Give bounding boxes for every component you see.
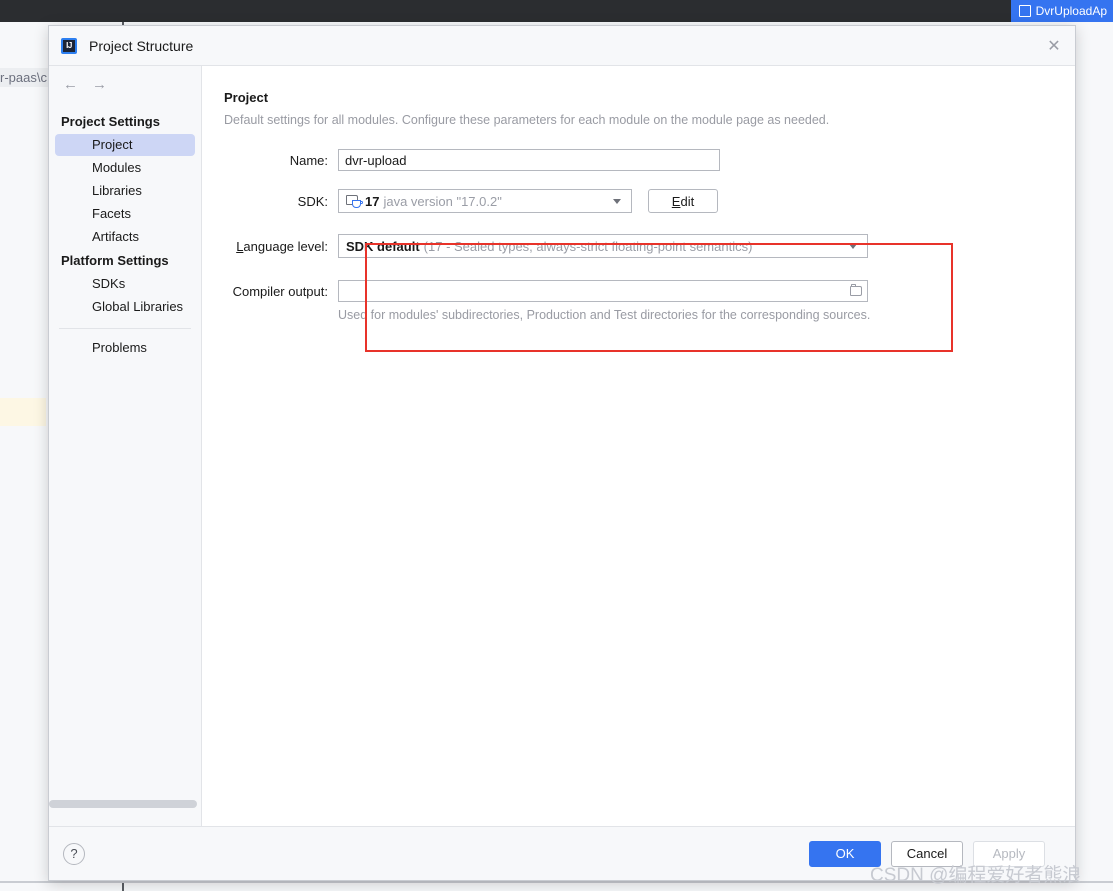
- sidebar-group-platform-settings: Platform Settings: [61, 253, 169, 268]
- sidebar-item-sdks[interactable]: SDKs: [55, 273, 195, 295]
- background-highlighted-line: [0, 398, 46, 426]
- compiler-output-hint: Used for modules' subdirectories, Produc…: [338, 308, 871, 322]
- checkbox-icon: [1018, 5, 1031, 17]
- navigation-row: ← →: [49, 66, 201, 102]
- sdk-row: SDK: 17 java version "17.0.2" Edit: [224, 189, 1075, 213]
- sidebar-item-artifacts[interactable]: Artifacts: [55, 226, 195, 248]
- edit-button-rest: dit: [680, 193, 695, 209]
- background-path-text: r-paas\c: [0, 68, 50, 87]
- name-label: Name:: [289, 152, 328, 168]
- language-level-dropdown[interactable]: SDK default (17 - Sealed types, always-s…: [338, 234, 868, 258]
- forward-arrow-icon[interactable]: →: [92, 76, 107, 93]
- intellij-logo-icon: IJ: [61, 37, 77, 54]
- language-level-label-rest: anguage level:: [243, 238, 328, 254]
- sdk-version: 17: [365, 193, 380, 209]
- sdk-label: SDK:: [297, 193, 328, 209]
- back-arrow-icon[interactable]: ←: [63, 76, 78, 93]
- sidebar-horizontal-scrollbar[interactable]: [49, 800, 197, 808]
- page-title: Project: [224, 90, 269, 105]
- chevron-down-icon: [849, 243, 857, 249]
- background-run-tab[interactable]: DvrUploadAp: [1010, 0, 1113, 22]
- apply-button: Apply: [973, 840, 1045, 867]
- compiler-output-row: Compiler output:: [224, 280, 1075, 302]
- dialog-title: Project Structure: [89, 37, 194, 54]
- name-input[interactable]: dvr-upload: [338, 149, 720, 171]
- project-structure-dialog: IJ Project Structure ✕ ← → Project Setti…: [48, 25, 1076, 881]
- name-row: Name: dvr-upload: [224, 149, 1075, 171]
- sdk-detail: java version "17.0.2": [383, 193, 502, 209]
- sidebar: ← → Project Settings Project Modules Lib…: [49, 66, 202, 826]
- ok-button[interactable]: OK: [809, 840, 881, 867]
- dialog-body: ← → Project Settings Project Modules Lib…: [49, 66, 1075, 826]
- sidebar-item-facets[interactable]: Facets: [55, 203, 195, 225]
- page-description: Default settings for all modules. Config…: [224, 113, 830, 127]
- name-input-value: dvr-upload: [345, 152, 407, 168]
- compiler-output-input[interactable]: [338, 280, 868, 302]
- help-button[interactable]: ?: [63, 842, 85, 865]
- language-level-value: SDK default: [346, 238, 420, 254]
- edit-sdk-button[interactable]: Edit: [648, 189, 718, 213]
- sidebar-divider: [59, 328, 191, 329]
- chevron-down-icon: [613, 198, 621, 204]
- footer-buttons: OK Cancel Apply: [809, 840, 1045, 867]
- language-level-detail: (17 - Sealed types, always-strict floati…: [423, 238, 753, 254]
- sidebar-item-problems[interactable]: Problems: [55, 337, 195, 359]
- sidebar-tree: Project Settings Project Modules Librari…: [49, 102, 201, 826]
- sidebar-item-libraries[interactable]: Libraries: [55, 180, 195, 202]
- dialog-titlebar: IJ Project Structure ✕: [49, 26, 1075, 66]
- close-icon[interactable]: ✕: [1039, 31, 1069, 61]
- background-run-tab-label: DvrUploadAp: [1035, 4, 1107, 18]
- browse-folder-icon[interactable]: [845, 284, 867, 296]
- java-sdk-icon: [346, 194, 363, 208]
- sidebar-item-project[interactable]: Project: [55, 134, 195, 156]
- sidebar-item-global-libraries[interactable]: Global Libraries: [55, 296, 195, 318]
- sidebar-item-modules[interactable]: Modules: [55, 157, 195, 179]
- cancel-button[interactable]: Cancel: [891, 840, 963, 867]
- sdk-dropdown[interactable]: 17 java version "17.0.2": [338, 189, 632, 213]
- language-level-row: Language level: SDK default (17 - Sealed…: [224, 234, 1075, 258]
- language-level-label: Language level:: [224, 239, 338, 254]
- main-panel: Project Default settings for all modules…: [202, 66, 1075, 826]
- background-bottom-divider: [0, 881, 1113, 883]
- background-top-bar: [0, 0, 1113, 22]
- compiler-output-label: Compiler output:: [232, 283, 328, 299]
- sidebar-group-project-settings: Project Settings: [61, 114, 160, 129]
- dialog-footer: ? OK Cancel Apply: [49, 826, 1075, 880]
